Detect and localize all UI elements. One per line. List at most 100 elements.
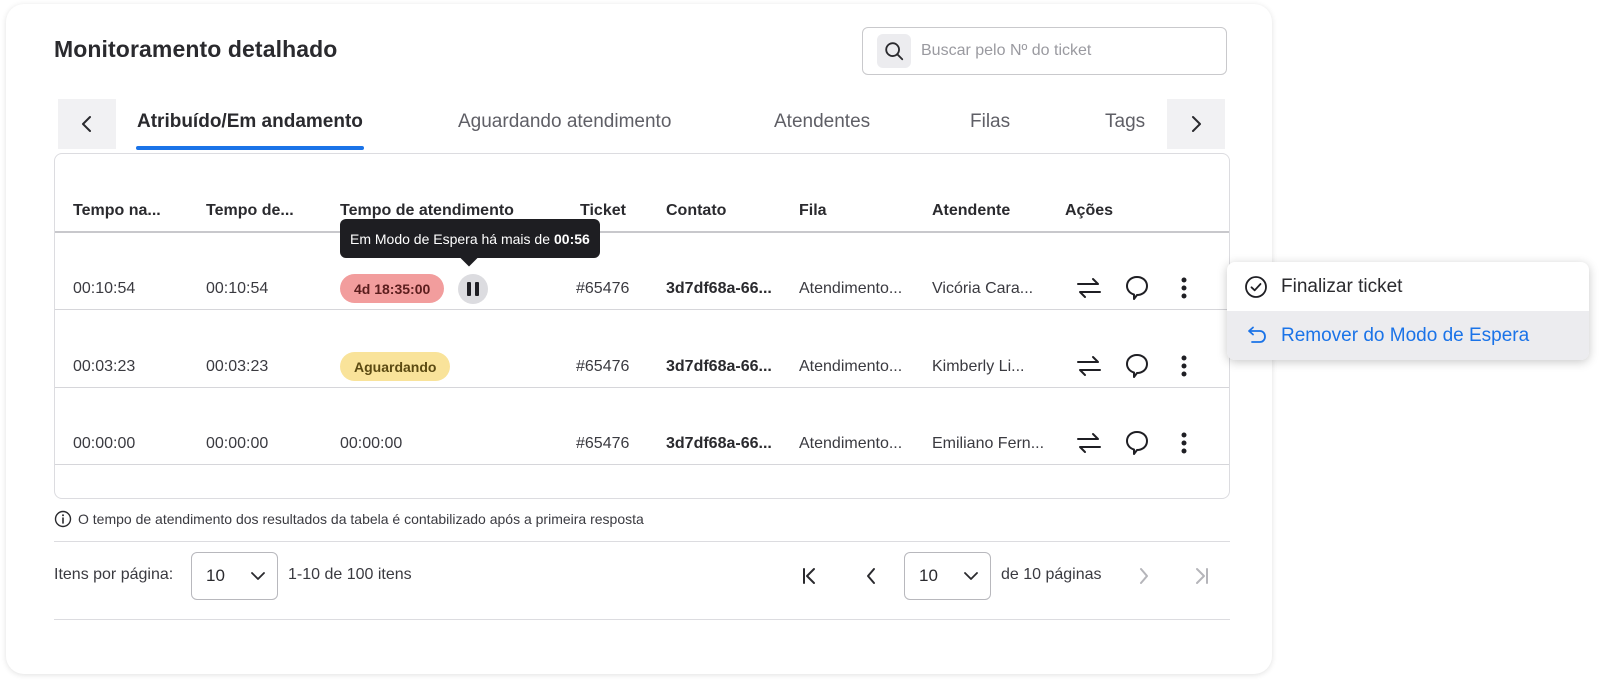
chat-bubble-icon <box>1126 276 1148 300</box>
first-page-icon <box>803 568 815 584</box>
chat-button[interactable] <box>1121 427 1153 459</box>
items-per-page-label: Itens por página: <box>54 566 174 583</box>
menu-item-remover-modo-espera[interactable]: Remover do Modo de Espera <box>1227 311 1589 360</box>
page-title: Monitoramento detalhado <box>54 36 338 62</box>
menu-item-label: Remover do Modo de Espera <box>1281 324 1530 346</box>
transfer-icon <box>1077 356 1101 376</box>
hold-time-badge: 4d 18:35:00 <box>340 274 445 303</box>
transfer-icon <box>1077 278 1101 298</box>
tab-atendentes[interactable]: Atendentes <box>774 111 870 133</box>
transfer-button[interactable] <box>1073 272 1105 304</box>
cell-contato: 3d7df68a-66... <box>666 280 772 297</box>
col-header-contato[interactable]: Contato <box>666 202 726 220</box>
kebab-menu-icon <box>1181 432 1187 454</box>
menu-item-label: Finalizar ticket <box>1281 275 1403 297</box>
page-select[interactable]: 10 <box>904 552 991 600</box>
cell-atendente: Vicória Cara... <box>932 280 1034 297</box>
cell-tempo-na: 00:03:23 <box>73 358 136 375</box>
row-divider <box>55 464 1229 465</box>
cell-tempo-na: 00:00:00 <box>73 435 136 452</box>
tooltip-arrow <box>460 249 478 267</box>
status-badge: Aguardando <box>340 352 451 381</box>
cell-contato: 3d7df68a-66... <box>666 435 772 452</box>
note-text: O tempo de atendimento dos resultados da… <box>78 511 644 527</box>
chevron-left-icon <box>82 116 91 132</box>
active-tab-indicator <box>136 146 364 150</box>
pause-icon <box>467 282 471 296</box>
cell-tempo-de: 00:03:23 <box>206 358 269 375</box>
col-header-tempo-na[interactable]: Tempo na... <box>73 202 161 220</box>
col-header-tempo-de[interactable]: Tempo de... <box>206 202 294 220</box>
pagination-bottom-divider <box>54 619 1230 620</box>
col-header-atendente[interactable]: Atendente <box>932 202 1010 220</box>
cell-atendente: Emiliano Fern... <box>932 435 1045 452</box>
tabs-scroll-left-button[interactable] <box>58 99 116 149</box>
cell-ticket[interactable]: #65476 <box>576 435 629 453</box>
tab-aguardando[interactable]: Aguardando atendimento <box>458 111 671 133</box>
tooltip-time: 00:56 <box>554 230 590 247</box>
tooltip-text: Em Modo de Espera há mais de <box>350 230 550 247</box>
chat-button[interactable] <box>1121 272 1153 304</box>
first-page-button[interactable] <box>794 560 826 592</box>
chevron-right-icon <box>1192 116 1201 132</box>
chevron-right-icon <box>1140 568 1148 584</box>
more-options-button[interactable] <box>1168 427 1200 459</box>
tab-atribuido[interactable]: Atribuído/Em andamento <box>137 111 363 133</box>
transfer-icon <box>1077 433 1101 453</box>
more-options-button[interactable] <box>1168 272 1200 304</box>
chat-bubble-icon <box>1126 354 1148 378</box>
check-circle-icon <box>1243 274 1269 300</box>
search-placeholder: Buscar pelo Nº do ticket <box>921 42 1092 59</box>
col-header-tempo-atendimento[interactable]: Tempo de atendimento <box>340 202 514 220</box>
header-divider <box>55 231 1229 233</box>
chat-bubble-icon <box>1126 431 1148 455</box>
last-page-icon <box>1196 568 1208 584</box>
next-page-button[interactable] <box>1128 560 1160 592</box>
kebab-menu-icon <box>1181 355 1187 377</box>
cell-tempo-na: 00:10:54 <box>73 280 136 297</box>
tabs-scroll-right-button[interactable] <box>1167 99 1225 149</box>
menu-item-finalizar-ticket[interactable]: Finalizar ticket <box>1227 262 1589 311</box>
cell-tempo-de: 00:00:00 <box>206 435 269 452</box>
cell-atendente: Kimberly Li... <box>932 358 1025 375</box>
pause-button[interactable] <box>458 274 488 304</box>
row-actions-menu: Finalizar ticket Remover do Modo de Espe… <box>1227 262 1589 360</box>
items-per-page-select[interactable]: 10 <box>191 552 278 600</box>
items-per-page-value: 10 <box>206 566 225 585</box>
tab-filas[interactable]: Filas <box>970 111 1010 133</box>
chat-button[interactable] <box>1121 350 1153 382</box>
undo-arrow-icon <box>1243 323 1269 349</box>
cell-tempo-atendimento: 00:00:00 <box>340 435 403 452</box>
hold-mode-tooltip: Em Modo de Espera há mais de 00:56 <box>340 219 600 267</box>
total-pages-text: de 10 páginas <box>1001 566 1102 583</box>
col-header-ticket[interactable]: Ticket <box>580 202 626 220</box>
chevron-down-icon <box>251 571 265 580</box>
search-icon <box>877 34 911 68</box>
cell-contato: 3d7df68a-66... <box>666 358 772 375</box>
items-range-text: 1-10 de 100 itens <box>288 566 412 583</box>
cell-fila: Atendimento... <box>799 280 903 297</box>
tickets-table: Tempo na... Tempo de... Tempo de atendim… <box>54 153 1230 499</box>
cell-ticket[interactable]: #65476 <box>576 280 629 298</box>
kebab-menu-icon <box>1181 277 1187 299</box>
table-note: O tempo de atendimento dos resultados da… <box>54 510 644 528</box>
more-options-button[interactable] <box>1168 350 1200 382</box>
tabs-bar: Atribuído/Em andamento Aguardando atendi… <box>58 99 1225 152</box>
cell-fila: Atendimento... <box>799 358 903 375</box>
previous-page-button[interactable] <box>855 560 887 592</box>
cell-fila: Atendimento... <box>799 435 903 452</box>
pagination-top-divider <box>54 541 1230 542</box>
last-page-button[interactable] <box>1185 560 1217 592</box>
page-select-value: 10 <box>919 566 938 585</box>
search-input[interactable]: Buscar pelo Nº do ticket <box>862 27 1227 75</box>
info-icon <box>54 510 72 528</box>
transfer-button[interactable] <box>1073 350 1105 382</box>
row-divider <box>55 309 1229 310</box>
transfer-button[interactable] <box>1073 427 1105 459</box>
cell-tempo-de: 00:10:54 <box>206 280 269 297</box>
col-header-acoes: Ações <box>1065 202 1114 219</box>
tab-tags[interactable]: Tags <box>1105 111 1145 133</box>
col-header-fila[interactable]: Fila <box>799 202 827 220</box>
chevron-left-icon <box>867 568 875 584</box>
cell-ticket[interactable]: #65476 <box>576 358 629 376</box>
